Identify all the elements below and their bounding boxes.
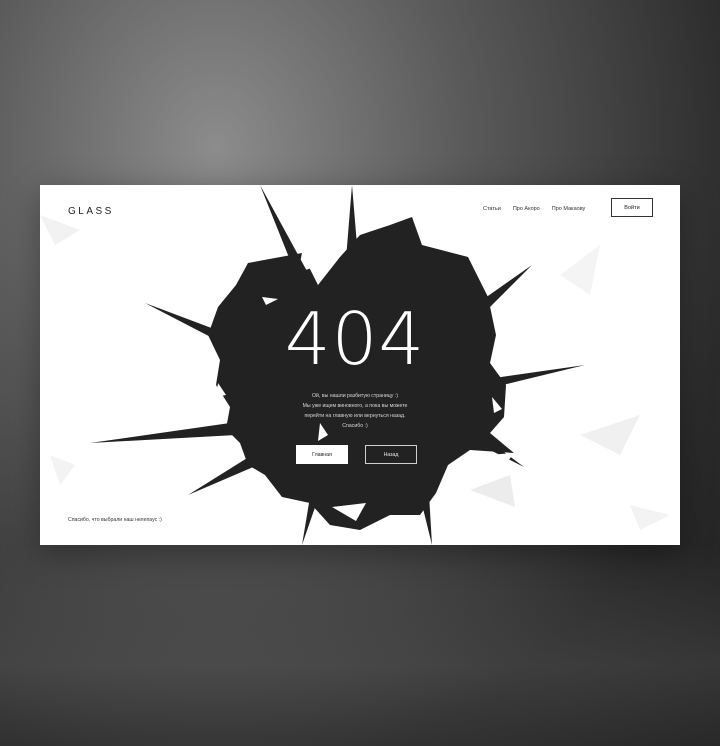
error-message-line: Спасибо :) [342, 423, 368, 429]
error-message-line: Мы уже ищем виновного, а пока вы можете [302, 403, 408, 409]
white-fragment [488, 453, 514, 469]
error-message-line: Ой, вы нашли разбитую страницу :) [312, 393, 398, 399]
logo[interactable]: GLASS [68, 206, 114, 217]
nav-link-articles[interactable]: Статьи [483, 205, 501, 213]
backdrop-glow [0, 546, 720, 746]
crack-spike [90, 423, 236, 443]
error-code: 404 [284, 297, 426, 381]
footer-note: Спасибо, что выбрали наш нелепаус :) [68, 517, 162, 523]
error-message-line: перейти на главную или вернуться назад. [304, 413, 406, 419]
main-nav: Статьи Про Акоро Про Макаову [483, 205, 585, 213]
page-404: GLASS Статьи Про Акоро Про Макаову Войти… [40, 185, 680, 545]
nav-link-about-makaova[interactable]: Про Макаову [552, 205, 586, 213]
faint-shard [470, 475, 515, 507]
faint-shard [560, 245, 600, 295]
faint-shard [40, 215, 80, 245]
login-button[interactable]: Войти [611, 198, 653, 217]
error-message: Ой, вы нашли разбитую страницу :) Мы уже… [285, 391, 425, 431]
faint-shard [50, 455, 75, 485]
nav-link-about-akoro[interactable]: Про Акоро [513, 205, 540, 213]
faint-shard [580, 415, 640, 455]
faint-shard [630, 505, 670, 530]
home-button[interactable]: Главная [296, 445, 348, 464]
back-button[interactable]: Назад [365, 445, 417, 464]
